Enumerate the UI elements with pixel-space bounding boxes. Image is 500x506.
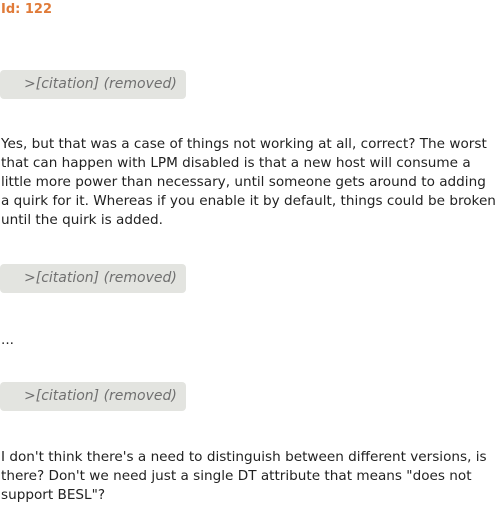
reply-paragraph: Yes, but that was a case of things not w… <box>1 136 496 228</box>
citation-removed: >[citation] (removed) <box>0 382 186 411</box>
ellipsis-paragraph: ... <box>1 332 14 348</box>
reply-paragraph: I don't think there's a need to distingu… <box>1 449 487 503</box>
citation-removed: >[citation] (removed) <box>0 264 186 293</box>
message-id-label: Id: 122 <box>1 2 53 17</box>
citation-removed: >[citation] (removed) <box>0 70 186 99</box>
